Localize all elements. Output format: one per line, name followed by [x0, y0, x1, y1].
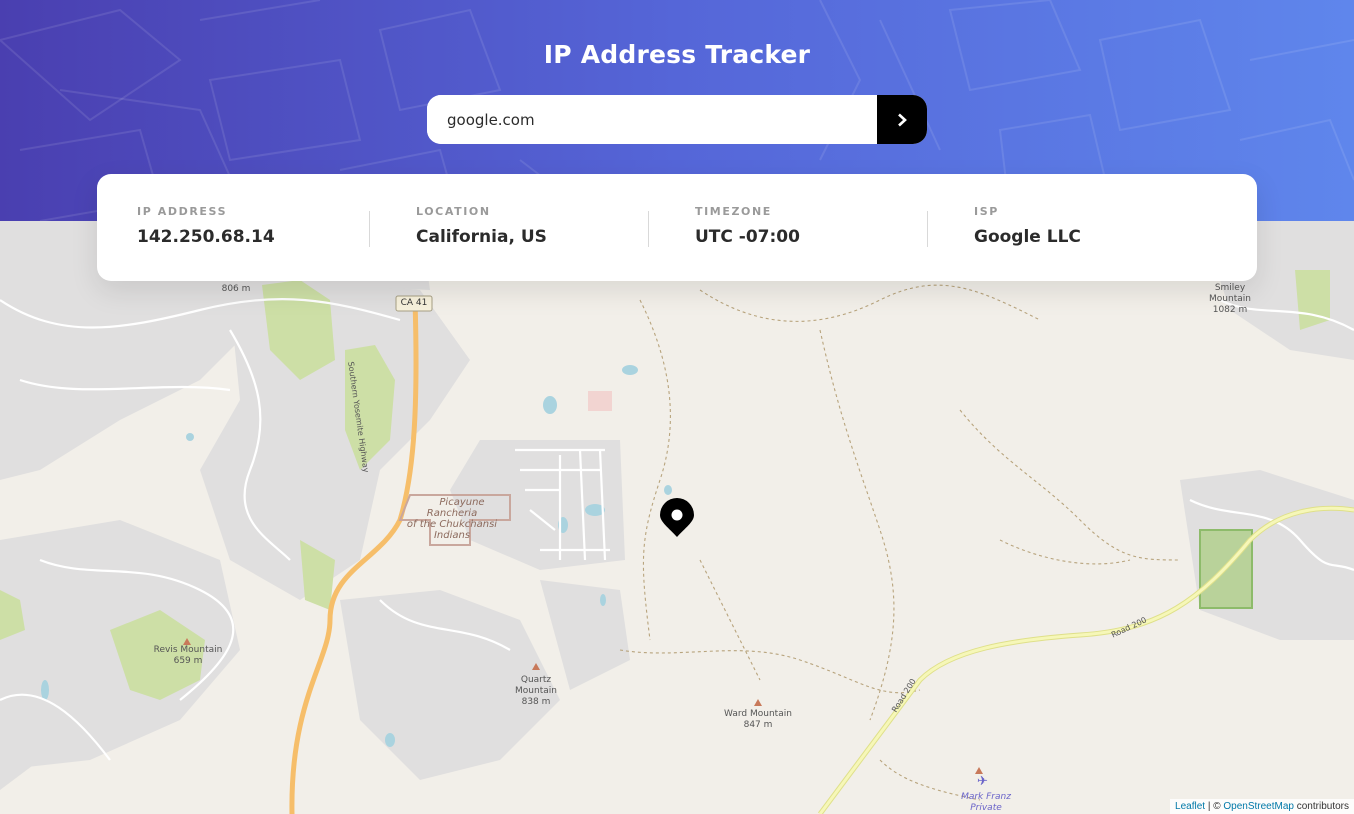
- peak-elevation: 806 m: [221, 284, 251, 294]
- info-value: 142.250.68.14: [137, 227, 275, 247]
- divider: [369, 211, 370, 247]
- info-timezone: TIMEZONE UTC -07:00: [695, 174, 925, 281]
- map-view[interactable]: CA 41 Southern Yosemite Highway Picayune…: [0, 221, 1354, 814]
- ward-mountain-label: Ward Mountain 847 m: [708, 709, 808, 731]
- peak-name: Smiley: [1214, 283, 1246, 293]
- search-bar: [427, 95, 927, 144]
- peak-name: Quartz: [520, 675, 552, 685]
- smiley-mountain-label: Smiley Mountain 1082 m: [1196, 283, 1264, 316]
- route-shield-label: CA 41: [400, 298, 428, 308]
- openstreetmap-link[interactable]: OpenStreetMap: [1223, 801, 1294, 812]
- info-label: TIMEZONE: [695, 205, 772, 218]
- page-title: IP Address Tracker: [543, 40, 811, 69]
- info-label: IP ADDRESS: [137, 205, 228, 218]
- ip-info-card: IP ADDRESS 142.250.68.14 LOCATION Califo…: [97, 174, 1257, 281]
- peak-name: Mountain: [1209, 294, 1251, 304]
- info-label: ISP: [974, 205, 999, 218]
- info-isp: ISP Google LLC: [974, 174, 1204, 281]
- info-value: California, US: [416, 227, 547, 247]
- airport-name: Mark Franz: [961, 792, 1011, 802]
- rancheria-label-line: of the Chukchansi: [406, 519, 498, 530]
- peak-elevation: 847 m: [743, 720, 773, 730]
- info-location: LOCATION California, US: [416, 174, 646, 281]
- airport-label: Mark Franz Private: [950, 792, 1022, 814]
- airport-name: Private: [970, 803, 1002, 813]
- peak-name: Ward Mountain: [724, 709, 792, 719]
- rancheria-label-line: Indians: [433, 530, 471, 541]
- peak-elevation: 1082 m: [1212, 305, 1248, 315]
- info-value: UTC -07:00: [695, 227, 800, 247]
- info-ip-address: IP ADDRESS 142.250.68.14: [137, 174, 367, 281]
- map-attribution: Leaflet | © OpenStreetMap contributors: [1170, 799, 1354, 814]
- info-value: Google LLC: [974, 227, 1081, 247]
- rancheria-label-line: Rancheria: [426, 508, 478, 519]
- peak-elevation: 838 m: [521, 697, 551, 707]
- location-marker-icon[interactable]: [659, 498, 695, 538]
- peak-name: Revis Mountain: [153, 645, 223, 655]
- divider: [648, 211, 649, 247]
- rancheria-label: Picayune Rancheria of the Chukchansi Ind…: [407, 497, 522, 541]
- leaflet-link[interactable]: Leaflet: [1175, 801, 1205, 812]
- quartz-mountain-label: Quartz Mountain 838 m: [500, 675, 572, 708]
- airport-icon: ✈: [977, 774, 988, 789]
- attribution-separator: | ©: [1207, 801, 1221, 812]
- info-label: LOCATION: [416, 205, 491, 218]
- peak-name: Mountain: [515, 686, 557, 696]
- revis-mountain-label: Revis Mountain 659 m: [140, 645, 236, 667]
- peak-elevation: 659 m: [173, 656, 203, 666]
- divider: [927, 211, 928, 247]
- search-input[interactable]: [427, 95, 877, 144]
- rancheria-label-line: Picayune: [439, 497, 485, 508]
- search-button[interactable]: [877, 95, 927, 144]
- chevron-right-icon: [898, 113, 907, 126]
- attribution-contributors: contributors: [1296, 801, 1349, 812]
